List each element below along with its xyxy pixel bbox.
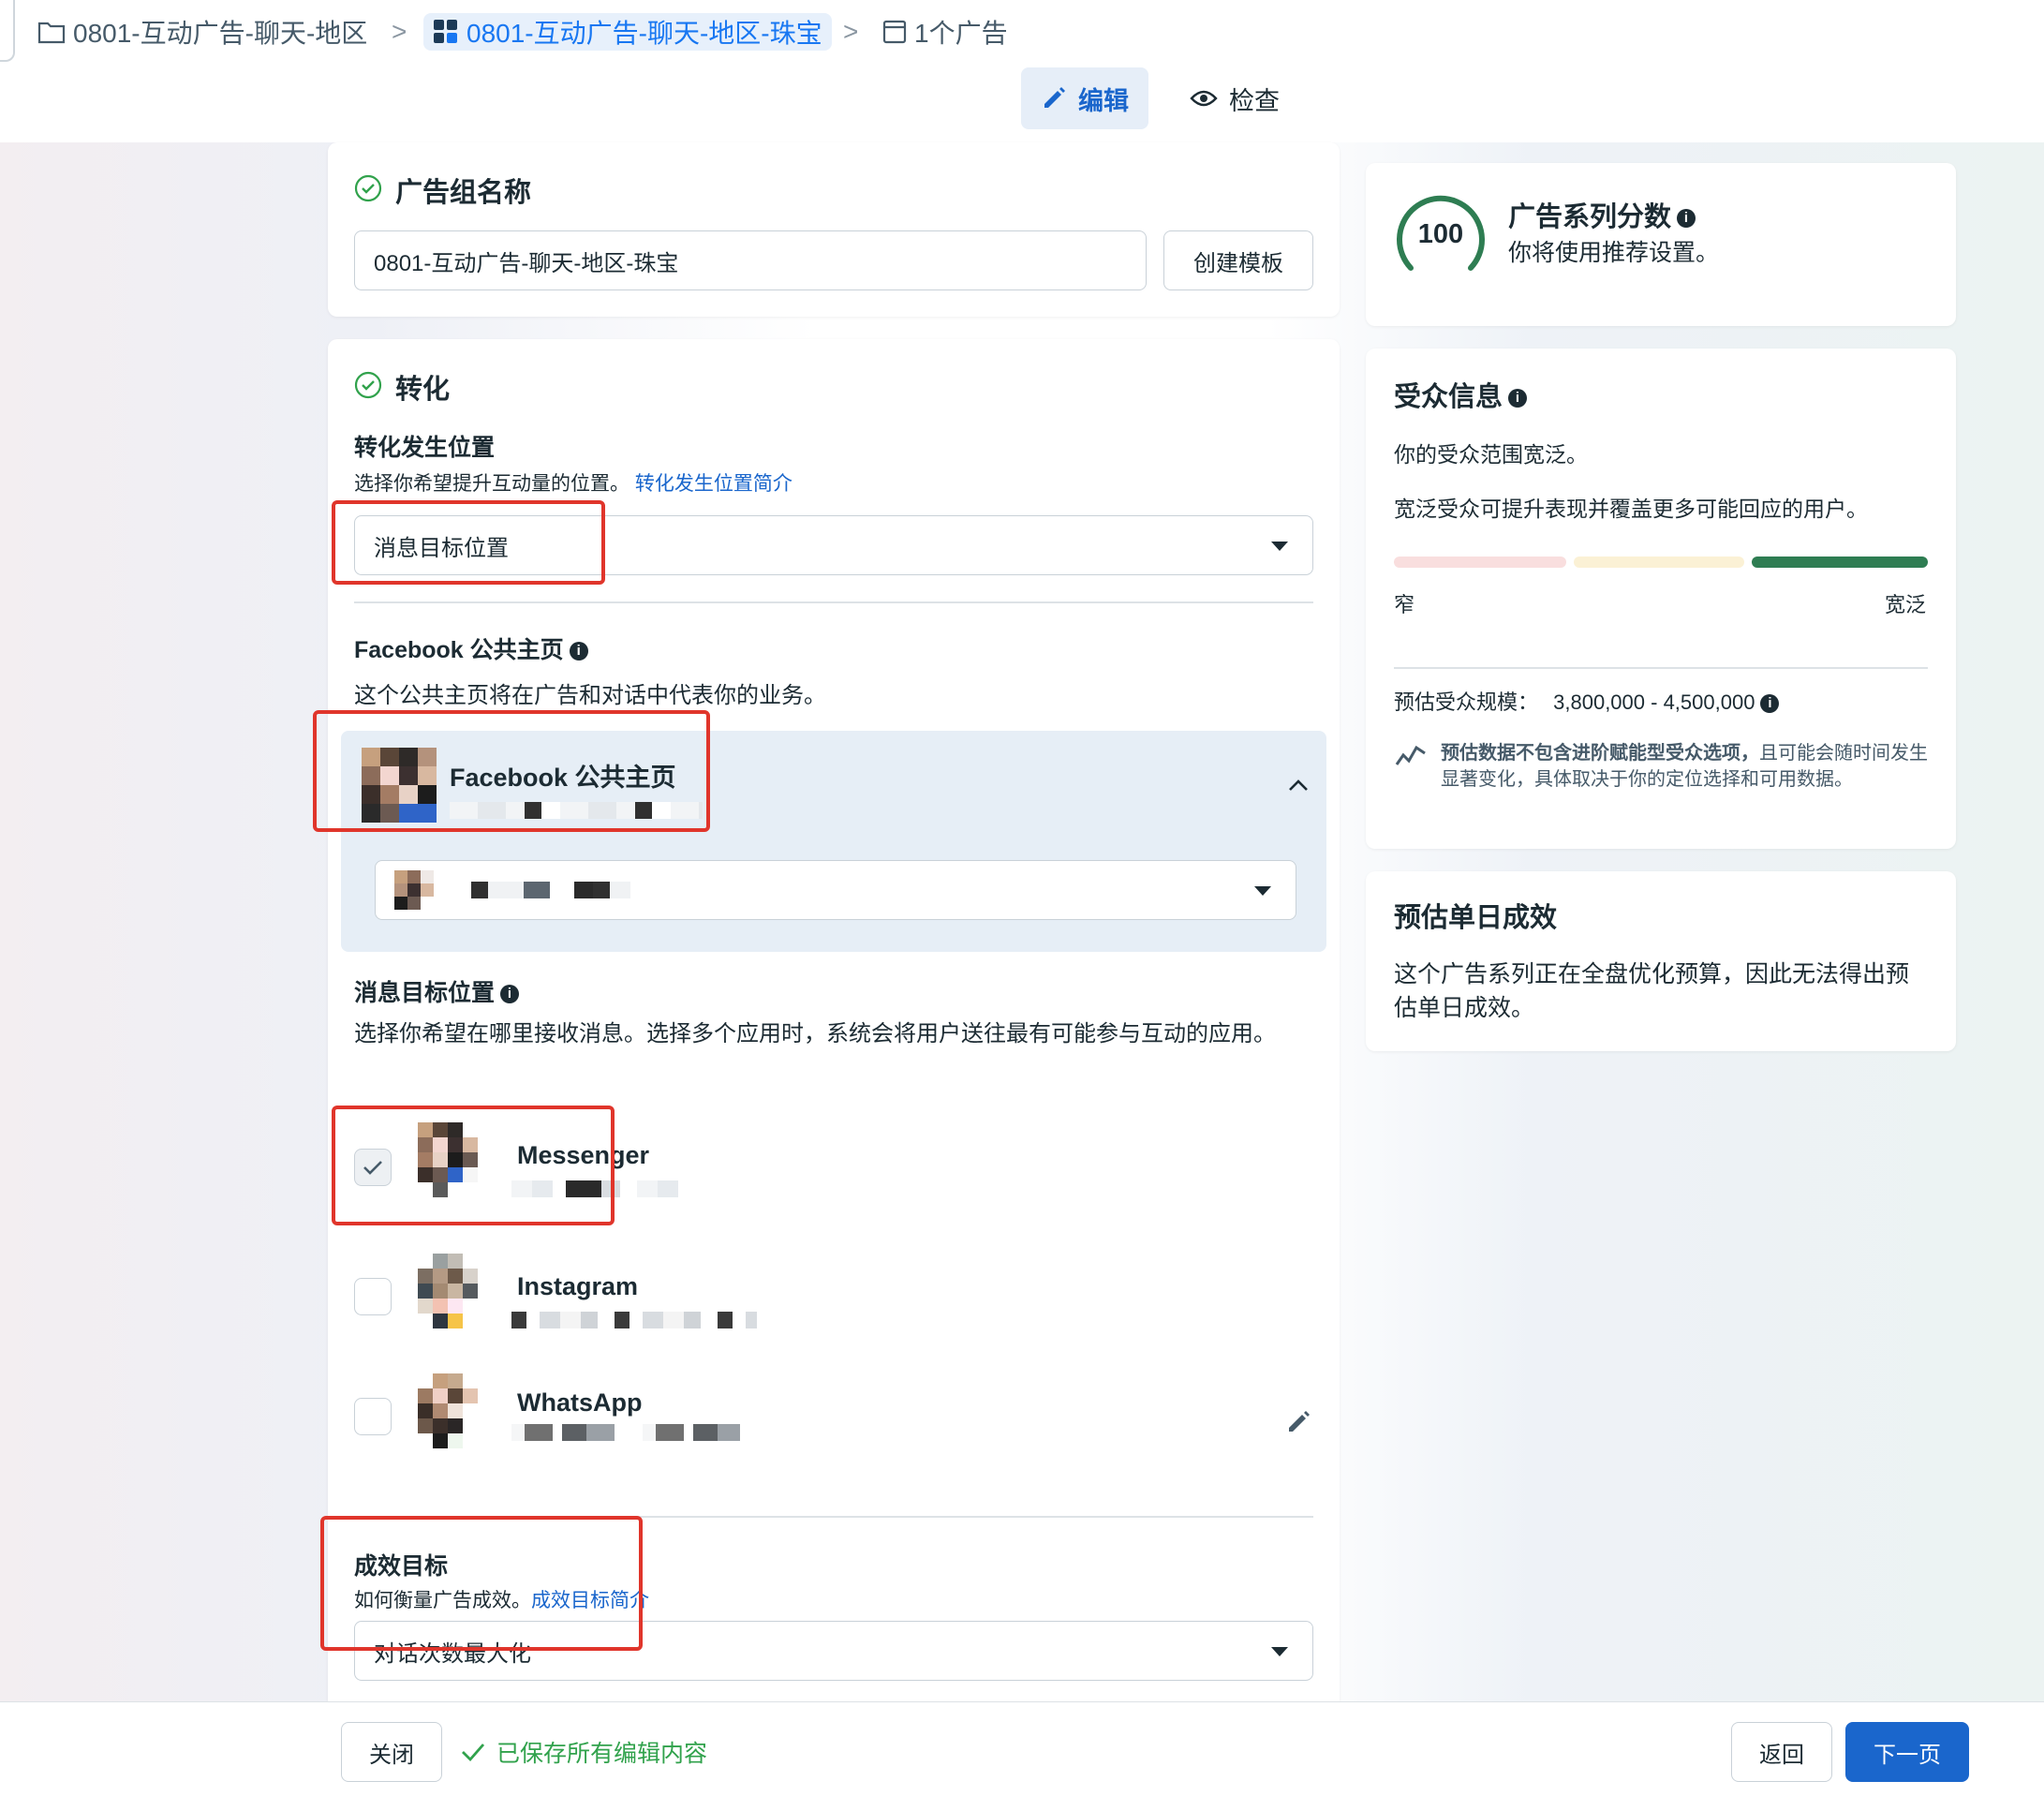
whatsapp-avatar (418, 1373, 478, 1448)
audience-title: 受众信息 i (1394, 375, 1528, 414)
campaign-score-card: 100 广告系列分数 i 你将使用推荐设置。 (1366, 163, 1956, 326)
redacted-whatsapp-account (511, 1424, 740, 1441)
conversion-location-hint: 选择你希望提升互动量的位置。 转化发生位置简介 (354, 468, 792, 497)
daily-results-desc: 这个广告系列正在全盘优化预算，因此无法得出预估单日成效。 (1394, 961, 1910, 1021)
message-destinations-label-text: 消息目标位置 (354, 980, 496, 1006)
close-button[interactable]: 关闭 (341, 1722, 442, 1782)
audience-title-text: 受众信息 (1394, 382, 1503, 412)
audience-broad-label: 宽泛 (1885, 593, 1927, 616)
pencil-icon (1044, 87, 1065, 108)
breadcrumb-adset-label: 0801-互动广告-聊天-地区-珠宝 (467, 19, 822, 48)
breadcrumb-campaign-label: 0801-互动广告-聊天-地区 (73, 19, 368, 48)
audience-note-bold: 预估数据不包含进阶赋能型受众选项， (1441, 743, 1759, 764)
page-select-avatar (394, 870, 434, 910)
adset-name-value: 0801-互动广告-聊天-地区-珠宝 (374, 250, 679, 276)
redacted-instagram-account (511, 1312, 757, 1328)
back-button[interactable]: 返回 (1731, 1722, 1832, 1782)
tab-edit[interactable]: 编辑 (1021, 67, 1148, 129)
conversion-location-hint-text: 选择你希望提升互动量的位置。 (354, 473, 629, 495)
campaign-score-title-text: 广告系列分数 (1508, 202, 1672, 232)
campaign-score-desc: 你将使用推荐设置。 (1508, 240, 1720, 266)
adset-name-title: 广告组名称 (395, 178, 532, 208)
adset-grid-icon (434, 20, 457, 43)
section-divider (354, 601, 1313, 603)
eye-icon (1190, 90, 1218, 107)
audience-line2: 宽泛受众可提升表现并覆盖更多可能回应的用户。 (1394, 497, 1868, 521)
score-value: 100 (1417, 219, 1464, 249)
check-circle-icon (354, 371, 382, 399)
adset-name-input[interactable]: 0801-互动广告-聊天-地区-珠宝 (354, 230, 1147, 290)
trend-line-icon (1395, 745, 1426, 765)
tab-review[interactable]: 检查 (1178, 67, 1291, 129)
conversion-card: 转化 转化发生位置 选择你希望提升互动量的位置。 转化发生位置简介 消息目标位置… (313, 339, 1340, 1701)
info-icon: i (1508, 389, 1528, 408)
audience-meter-broad (1752, 557, 1928, 568)
breadcrumb-ads[interactable]: 1个广告 (882, 13, 1008, 51)
info-icon: i (569, 642, 588, 661)
whatsapp-checkbox[interactable] (354, 1398, 392, 1435)
caret-down-icon (1254, 886, 1271, 896)
chevron-right-icon: > (843, 17, 859, 46)
facebook-page-hint: 这个公共主页将在广告和对话中代表你的业务。 (354, 683, 826, 708)
audience-narrow-label: 窄 (1394, 593, 1415, 616)
check-circle-icon (354, 174, 382, 202)
audience-line1: 你的受众范围宽泛。 (1394, 442, 1588, 467)
highlight-box (320, 1516, 643, 1651)
adset-name-card: 广告组名称 0801-互动广告-聊天-地区-珠宝 创建模板 (328, 142, 1340, 317)
chevron-right-icon: > (392, 17, 407, 46)
info-icon: i (1677, 209, 1696, 229)
breadcrumb-adset[interactable]: 0801-互动广告-聊天-地区-珠宝 (423, 13, 832, 51)
message-destinations-label: 消息目标位置 i (354, 974, 520, 1008)
breadcrumb-campaign[interactable]: 0801-互动广告-聊天-地区 (37, 13, 367, 51)
folder-icon (37, 22, 66, 44)
info-icon: i (500, 985, 520, 1004)
message-destinations-hint: 选择你希望在哪里接收消息。选择多个应用时，系统会将用户送往最有可能参与互动的应用… (354, 1021, 1276, 1046)
save-status: 已保存所有编辑内容 (459, 1735, 707, 1769)
facebook-page-label-text: Facebook 公共主页 (354, 637, 564, 663)
caret-down-icon (1271, 542, 1288, 551)
ad-icon (882, 20, 907, 44)
tab-review-label: 检查 (1229, 86, 1280, 115)
tab-edit-label: 编辑 (1078, 86, 1129, 115)
checkmark-icon (462, 1744, 485, 1762)
audience-card: 受众信息 i 你的受众范围宽泛。 宽泛受众可提升表现并覆盖更多可能回应的用户。 窄… (1366, 349, 1956, 849)
highlight-box (332, 1106, 615, 1225)
campaign-score-title: 广告系列分数 i (1508, 195, 1696, 234)
pencil-icon[interactable] (1285, 1407, 1313, 1435)
audience-meter-mid (1574, 557, 1744, 568)
create-template-button[interactable]: 创建模板 (1163, 230, 1313, 290)
caret-down-icon (1271, 1647, 1288, 1656)
chevron-up-icon[interactable] (1287, 778, 1310, 793)
instagram-avatar (418, 1254, 478, 1328)
audience-size-value: 3,800,000 - 4,500,000 (1553, 690, 1755, 714)
facebook-page-select[interactable] (375, 860, 1296, 920)
audience-size-label: 预估受众规模： (1394, 690, 1539, 714)
audience-note: 预估数据不包含进阶赋能型受众选项，且可能会随时间发生显著变化，具体取决于你的定位… (1441, 740, 1928, 793)
section-divider (1394, 667, 1928, 669)
save-status-text: 已保存所有编辑内容 (496, 1741, 708, 1767)
daily-results-card: 预估单日成效 这个广告系列正在全盘优化预算，因此无法得出预估单日成效。 (1366, 871, 1956, 1051)
breadcrumb-ads-label: 1个广告 (914, 19, 1008, 48)
redacted-page-name (471, 882, 630, 898)
next-button[interactable]: 下一页 (1845, 1722, 1969, 1782)
instagram-checkbox[interactable] (354, 1278, 392, 1315)
facebook-page-label: Facebook 公共主页 i (354, 631, 588, 665)
conversion-location-link[interactable]: 转化发生位置简介 (635, 473, 792, 495)
daily-results-title: 预估单日成效 (1394, 903, 1558, 933)
side-panel-edge (0, 0, 15, 62)
instagram-name: Instagram (517, 1272, 639, 1300)
audience-size: 预估受众规模： 3,800,000 - 4,500,000 i (1394, 686, 1780, 716)
whatsapp-name: WhatsApp (517, 1388, 643, 1417)
highlight-box (332, 500, 605, 585)
conversion-location-label: 转化发生位置 (354, 435, 496, 461)
highlight-box (313, 710, 710, 832)
info-icon: i (1760, 694, 1780, 714)
audience-meter-narrow (1394, 557, 1566, 568)
conversion-title: 转化 (395, 375, 451, 405)
